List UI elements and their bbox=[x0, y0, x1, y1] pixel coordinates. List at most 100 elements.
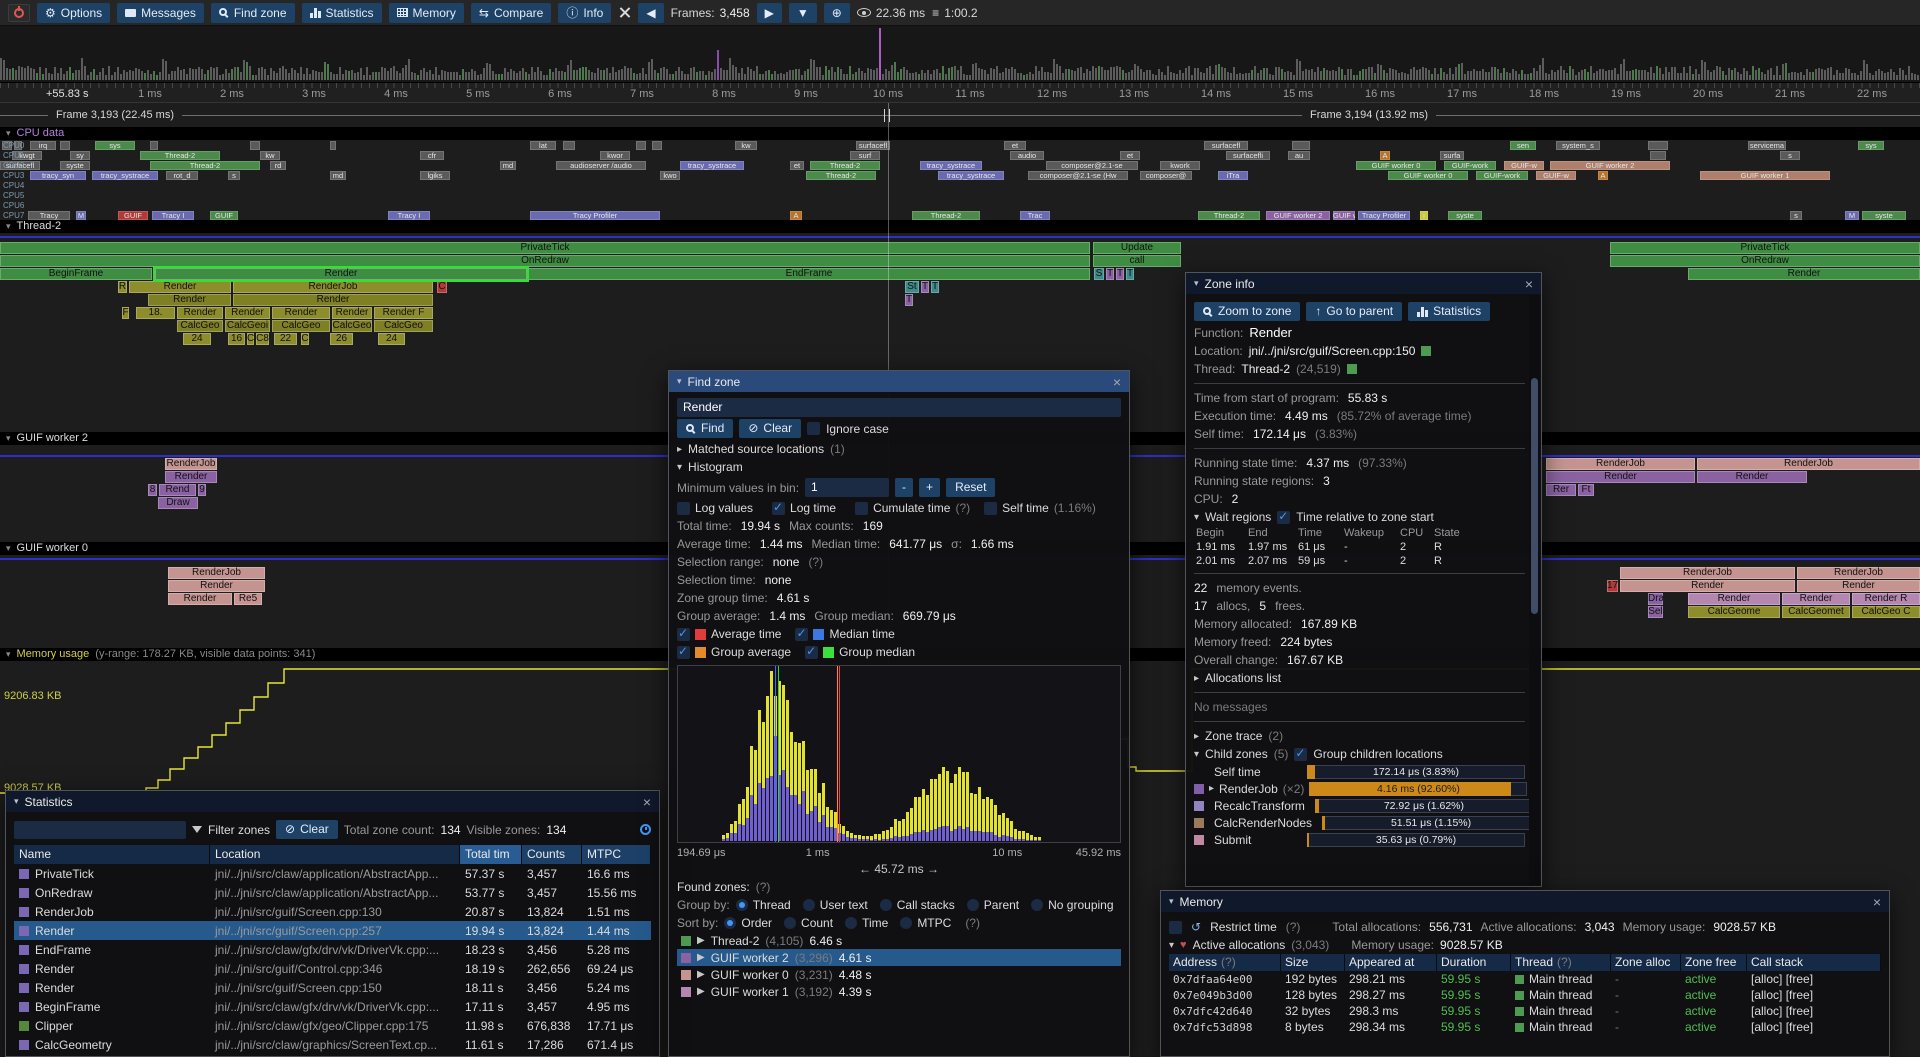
timeline-zone[interactable]: S bbox=[1094, 268, 1104, 280]
statistics-titlebar[interactable]: ▾ Statistics × bbox=[6, 791, 659, 812]
cpu-zone[interactable]: tracy_syn bbox=[30, 171, 86, 180]
free-link[interactable]: [free] bbox=[1786, 1020, 1813, 1034]
timeline-zone[interactable]: Sel bbox=[1648, 606, 1663, 618]
column-header[interactable]: CPU bbox=[1398, 526, 1432, 540]
timeline-zone[interactable]: 26 bbox=[330, 333, 353, 345]
timeline-zone[interactable]: Render bbox=[168, 593, 232, 605]
timeline-zone[interactable]: BeginFrame bbox=[0, 268, 152, 280]
column-header[interactable]: Wakeup bbox=[1342, 526, 1398, 540]
locate-frame-button[interactable]: ⊕ bbox=[824, 3, 850, 23]
address-cell[interactable]: 0x7dfc53d898 bbox=[1169, 1021, 1281, 1034]
group-by-option[interactable]: Thread bbox=[736, 898, 791, 912]
timeline-zone[interactable]: Render bbox=[1546, 471, 1695, 483]
timeline-zone[interactable]: PrivateTick bbox=[1610, 242, 1920, 254]
timeline-zone[interactable]: 24 bbox=[378, 333, 405, 345]
column-header[interactable]: Duration bbox=[1437, 954, 1511, 971]
timeline-zone[interactable]: CalcGeoi bbox=[225, 320, 270, 332]
column-header[interactable]: Address (?) bbox=[1169, 954, 1281, 971]
checkbox[interactable] bbox=[795, 628, 808, 641]
action-button[interactable]: Statistics bbox=[1408, 302, 1490, 321]
toolbar-button[interactable]: Memory bbox=[389, 3, 464, 23]
timeline-zone[interactable]: St bbox=[905, 281, 919, 293]
timeline-zone[interactable]: CalcGeo bbox=[332, 320, 372, 332]
frame-dropdown-button[interactable]: ▼ bbox=[789, 3, 817, 23]
cpu-zone[interactable]: kwo bbox=[660, 171, 680, 180]
timeline-zone[interactable]: C8 bbox=[256, 333, 269, 345]
cpu-zone[interactable]: Thread-2 bbox=[1198, 211, 1260, 220]
expand-icon[interactable]: ▸ bbox=[1194, 673, 1199, 684]
column-header[interactable]: Call stack bbox=[1747, 954, 1881, 971]
cpu-zone[interactable]: Thread-2 bbox=[150, 161, 260, 170]
cpu-zone[interactable]: et bbox=[1120, 151, 1140, 160]
sort-by-option[interactable]: Time bbox=[845, 916, 888, 930]
checkbox-option[interactable]: Cumulate time (?) bbox=[855, 501, 970, 515]
series-toggle[interactable]: Group average bbox=[677, 645, 791, 659]
collapse-icon[interactable]: ▾ bbox=[677, 462, 682, 473]
collapse-icon[interactable]: ▾ bbox=[1169, 940, 1174, 951]
checkbox-option[interactable]: Self time (1.16%) bbox=[984, 501, 1096, 515]
frame-label-left[interactable]: Frame 3,193 (22.45 ms) bbox=[48, 109, 182, 121]
zone-group-row[interactable]: ▶ Thread-2 (4,105) 6.46 s bbox=[677, 932, 1121, 949]
free-link[interactable]: [free] bbox=[1786, 972, 1813, 986]
cpu-zone[interactable]: surf bbox=[850, 151, 880, 160]
checkbox[interactable] bbox=[805, 646, 818, 659]
cpu-zone[interactable]: M bbox=[76, 211, 86, 220]
cpu-zone[interactable]: audio bbox=[1010, 151, 1044, 160]
timeline-zone[interactable]: 22 bbox=[274, 333, 297, 345]
timeline-zone[interactable]: 16 bbox=[228, 333, 245, 345]
frame-label-right[interactable]: Frame 3,194 (13.92 ms) bbox=[1302, 109, 1436, 121]
column-header[interactable]: Begin bbox=[1194, 526, 1246, 540]
statistics-row[interactable]: Render jni/../jni/src/guif/Screen.cpp:15… bbox=[14, 978, 651, 997]
toolbar-button[interactable]: ⚙ Options bbox=[37, 3, 110, 23]
radio-button[interactable] bbox=[1031, 899, 1043, 911]
cpu-zone[interactable]: kw bbox=[260, 151, 280, 160]
cpu-zone[interactable]: s bbox=[228, 171, 240, 180]
timeline-zone[interactable]: Render bbox=[1782, 593, 1850, 605]
free-link[interactable]: [free] bbox=[1786, 988, 1813, 1002]
cpu-zone[interactable]: Thread-2 bbox=[140, 151, 220, 160]
action-button[interactable]: Zoom to zone bbox=[1194, 302, 1300, 321]
close-icon[interactable]: × bbox=[1525, 277, 1533, 291]
collapse-icon[interactable]: ▾ bbox=[14, 796, 19, 807]
sort-by-option[interactable]: Count bbox=[784, 916, 833, 930]
allocation-row[interactable]: 0x7dfc53d898 8 bytes 298.34 ms 59.95 s M… bbox=[1169, 1019, 1881, 1035]
expand-icon[interactable]: ▶ bbox=[697, 952, 705, 963]
checkbox[interactable] bbox=[772, 502, 785, 515]
cpu-zone[interactable]: composer@ bbox=[1140, 171, 1192, 180]
statistics-row[interactable]: EndFrame jni/../jni/src/claw/gfx/drv/vk/… bbox=[14, 940, 651, 959]
series-toggle[interactable]: Average time bbox=[677, 627, 781, 641]
zone-group-row[interactable]: ▶ GUIF worker 0 (3,231) 4.48 s bbox=[677, 966, 1121, 983]
cpu-zone[interactable]: GUIF bbox=[118, 211, 148, 220]
cpu-zone[interactable]: tracy_systrace bbox=[938, 171, 1004, 180]
timeline-zone[interactable]: Render bbox=[1688, 268, 1920, 280]
timeline-zone[interactable]: 17 bbox=[1607, 580, 1618, 592]
timeline-zone[interactable]: Render bbox=[1688, 593, 1780, 605]
series-toggle[interactable]: Median time bbox=[795, 627, 894, 641]
cpu-zone[interactable]: i bbox=[1420, 211, 1428, 220]
cpu-zone[interactable]: Trac bbox=[1020, 211, 1050, 220]
timeline-zone[interactable]: RenderJob bbox=[233, 281, 433, 293]
cpu-zone[interactable]: GUIF worker 2 bbox=[1266, 211, 1330, 220]
collapse-icon[interactable]: ▾ bbox=[6, 542, 11, 555]
memory-titlebar[interactable]: ▾ Memory × bbox=[1161, 891, 1889, 912]
column-header[interactable]: MTPC bbox=[582, 845, 651, 864]
timeline-zone[interactable]: T bbox=[1116, 268, 1124, 280]
column-header[interactable]: Appeared at bbox=[1345, 954, 1437, 971]
cpu-zone[interactable]: sen bbox=[1510, 141, 1536, 150]
clear-filter-button[interactable]: ⊘ Clear bbox=[276, 820, 338, 839]
timeline-zone[interactable]: OnRedraw bbox=[1610, 255, 1920, 267]
cpu-zone[interactable]: sys bbox=[95, 141, 135, 150]
statistics-row[interactable]: Render jni/../jni/src/guif/Screen.cpp:25… bbox=[14, 921, 651, 940]
cpu-zone[interactable]: tracy_systrace bbox=[92, 171, 158, 180]
findzone-histogram-plot[interactable] bbox=[677, 665, 1121, 843]
timeline-zone[interactable]: Render bbox=[168, 580, 265, 592]
expand-icon[interactable]: ▸ bbox=[1209, 783, 1214, 794]
statistics-row[interactable]: Render jni/../jni/src/guif/Control.cpp:3… bbox=[14, 959, 651, 978]
timeline-zone[interactable]: Render bbox=[233, 294, 433, 306]
timeline-zone[interactable]: Re5 bbox=[234, 593, 262, 605]
column-header[interactable]: State bbox=[1432, 526, 1525, 540]
toolbar-button[interactable]: Find zone bbox=[211, 3, 295, 23]
sort-by-option[interactable]: MTPC bbox=[900, 916, 951, 930]
statistics-row[interactable]: Clipper jni/../jni/src/claw/gfx/geo/Clip… bbox=[14, 1016, 651, 1035]
timeline-zone[interactable]: T bbox=[905, 294, 913, 306]
